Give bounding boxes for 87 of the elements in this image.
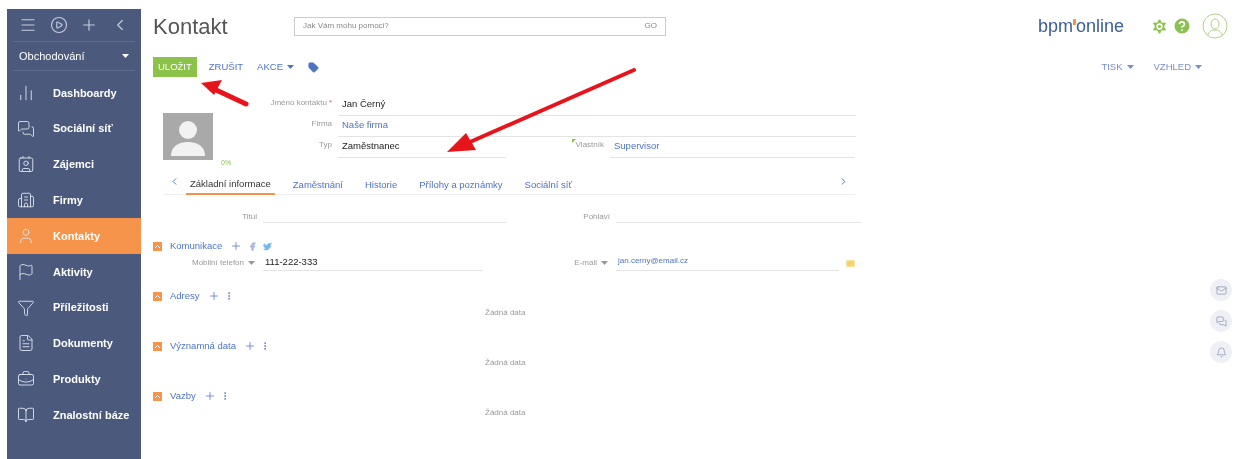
logo-mark-icon	[1072, 19, 1076, 25]
field-label: Typ	[318, 139, 333, 149]
empty-state-text: Žádná data	[485, 407, 526, 419]
play-icon[interactable]	[49, 16, 68, 34]
section-title[interactable]: Komunikace	[170, 238, 223, 254]
add-icon[interactable]	[230, 240, 243, 252]
caret-icon	[601, 261, 608, 265]
collapse-toggle-icon[interactable]	[153, 391, 162, 401]
chat-bubbles-icon	[17, 119, 35, 138]
building-icon	[17, 191, 35, 210]
field-label: Firma	[310, 118, 333, 128]
user-avatar-icon[interactable]	[1202, 13, 1228, 39]
sidebar-item[interactable]: Firmy	[7, 182, 141, 219]
help-icon[interactable]	[1172, 16, 1192, 36]
flag-icon	[17, 262, 35, 281]
tab[interactable]: Zaměstnání	[288, 175, 347, 195]
workplace-dropdown[interactable]: Obchodování	[13, 41, 135, 71]
field-type-dropdown[interactable]: E-mail	[551, 257, 616, 269]
chat-panel-button[interactable]	[1210, 310, 1232, 332]
caret-icon	[248, 261, 255, 265]
cancel-button[interactable]: ZRUŠIT	[208, 59, 244, 75]
add-icon[interactable]	[244, 340, 256, 352]
collapse-toggle-icon[interactable]	[153, 341, 162, 351]
email-panel-button[interactable]	[1210, 279, 1232, 301]
tag-icon[interactable]	[307, 61, 319, 73]
field-label: Vlastník	[575, 139, 604, 151]
search-field[interactable]: Jak Vám mohu pomoci? GO	[294, 16, 666, 36]
envelope-icon	[1215, 284, 1227, 296]
field-value[interactable]: Jan Černý	[338, 97, 856, 117]
sidebar-item[interactable]: Zájemci	[7, 146, 141, 183]
field-value[interactable]: 111-222-333	[263, 255, 483, 271]
field-type-dropdown[interactable]: Mobilní telefon	[153, 257, 263, 269]
caret-icon	[122, 54, 129, 58]
add-icon[interactable]	[203, 390, 216, 402]
facebook-icon[interactable]	[248, 241, 258, 251]
required-marker: *	[328, 98, 332, 107]
section-title[interactable]: Adresy	[170, 288, 200, 304]
menu-icon[interactable]	[19, 16, 37, 34]
annotation-arrow	[201, 80, 249, 107]
menu-button[interactable]: TISK	[1101, 59, 1134, 75]
chat-bubbles-icon	[1215, 315, 1227, 327]
logo: bpm online	[1037, 14, 1124, 38]
bar-chart-icon	[17, 83, 35, 102]
tab[interactable]: Historie	[360, 175, 402, 195]
collapse-toggle-icon[interactable]	[153, 241, 162, 251]
tab[interactable]: Přílohy a poznámky	[415, 175, 507, 195]
menu-button[interactable]: VZHLED	[1153, 59, 1202, 75]
bell-icon	[1215, 346, 1227, 358]
twitter-icon[interactable]	[263, 241, 273, 251]
actions-menu-button[interactable]: AKCE	[257, 59, 294, 75]
go-button[interactable]: GO	[644, 20, 657, 32]
collapse-toggle-icon[interactable]	[153, 291, 162, 301]
sidebar-item[interactable]: Produkty	[7, 361, 141, 398]
settings-icon[interactable]	[1150, 16, 1169, 36]
sidebar-item[interactable]: Sociální síť	[7, 110, 141, 147]
empty-state-text: Žádná data	[485, 307, 526, 319]
field-label: Jméno kontaktu *	[269, 97, 333, 107]
profile-photo-placeholder[interactable]	[163, 113, 213, 160]
section-title[interactable]: Významná data	[170, 338, 236, 354]
empty-state-text: Žádná data	[485, 357, 526, 369]
field-value[interactable]: Naše firma	[338, 118, 856, 138]
field-label: Pohlaví	[582, 211, 611, 223]
tab[interactable]: Základní informace	[186, 175, 275, 195]
tab[interactable]: Sociální síť	[520, 175, 576, 195]
sidebar-item[interactable]: Znalostní báze	[7, 397, 141, 433]
notifications-button[interactable]	[1210, 341, 1232, 363]
field-value[interactable]: Supervisor	[610, 139, 855, 159]
corner-mark-icon	[571, 139, 576, 143]
person-icon	[17, 227, 35, 246]
page-title: Kontakt	[153, 12, 229, 41]
sidebar-item[interactable]: Aktivity	[7, 254, 141, 290]
briefcase-icon	[17, 370, 35, 389]
section-title[interactable]: Vazby	[170, 388, 196, 404]
caret-icon	[286, 65, 294, 69]
document-icon	[17, 334, 35, 353]
caret-icon	[1126, 65, 1134, 69]
field-label: Titul	[241, 211, 258, 223]
sidebar-item[interactable]: Dokumenty	[7, 325, 141, 362]
contact-card-icon	[17, 155, 35, 174]
field-value[interactable]: jan.cerny@email.cz	[616, 255, 839, 271]
envelope-icon[interactable]	[845, 257, 856, 269]
sidebar-item[interactable]: Příležitosti	[7, 289, 141, 326]
add-icon[interactable]	[207, 290, 220, 302]
sidebar-item[interactable]: Dashboardy	[7, 75, 141, 111]
caret-icon	[1195, 65, 1202, 69]
funnel-icon	[17, 298, 35, 317]
book-icon	[17, 406, 35, 425]
